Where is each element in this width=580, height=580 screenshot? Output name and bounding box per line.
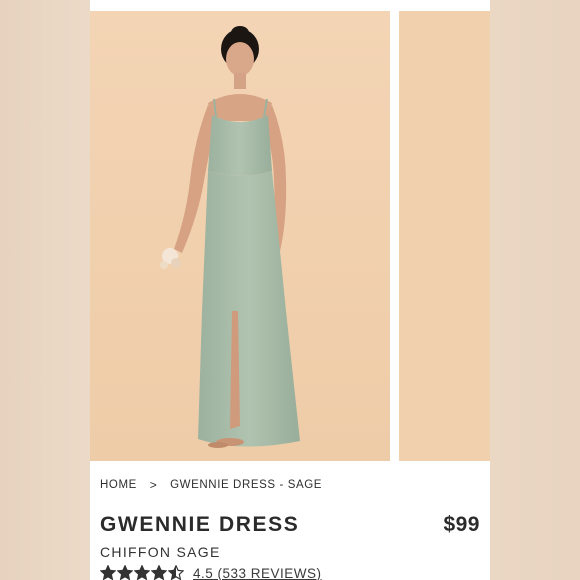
- product-price: $99: [443, 513, 480, 536]
- product-photo-next[interactable]: [399, 11, 490, 461]
- breadcrumb-separator: >: [149, 478, 158, 492]
- rating-row[interactable]: 4.5 (533 REVIEWS): [100, 563, 322, 580]
- product-title: GWENNIE DRESS: [100, 513, 300, 536]
- star-full-icon: [100, 565, 116, 580]
- breadcrumb-home-link[interactable]: HOME: [100, 479, 137, 491]
- breadcrumb: HOME > GWENNIE DRESS - SAGE: [100, 478, 322, 492]
- breadcrumb-current: GWENNIE DRESS - SAGE: [170, 479, 323, 491]
- star-full-icon: [117, 565, 133, 580]
- star-full-icon: [151, 565, 167, 580]
- background-blur-right: [490, 0, 580, 580]
- star-full-icon: [134, 565, 150, 580]
- star-half-icon: [168, 565, 184, 580]
- reviews-link[interactable]: 4.5 (533 REVIEWS): [193, 566, 322, 580]
- star-rating: [100, 565, 184, 580]
- model-illustration: [90, 11, 390, 461]
- product-photo-main[interactable]: [90, 11, 390, 461]
- product-variant: CHIFFON SAGE: [100, 544, 221, 560]
- background-blur-left: [0, 0, 90, 580]
- product-card: HOME > GWENNIE DRESS - SAGE GWENNIE DRES…: [90, 0, 490, 580]
